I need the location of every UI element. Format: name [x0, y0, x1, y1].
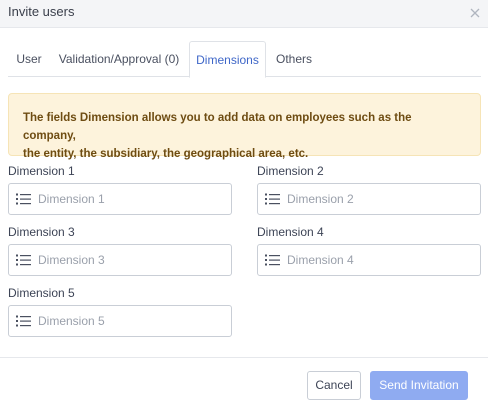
cancel-button[interactable]: Cancel: [307, 371, 361, 400]
footer-divider: [0, 357, 488, 358]
dimension-3-label: Dimension 3: [8, 225, 75, 239]
list-icon: [16, 254, 31, 266]
send-invitation-button[interactable]: Send Invitation: [370, 371, 468, 400]
tab-bar: User Validation/Approval (0) Dimensions …: [8, 41, 481, 78]
dimension-5-field[interactable]: [8, 305, 232, 337]
tab-others[interactable]: Others: [270, 41, 318, 77]
dimension-2-field[interactable]: [257, 183, 481, 215]
dimension-4-field[interactable]: [257, 244, 481, 276]
info-text-line-1: The fields Dimension allows you to add d…: [23, 112, 412, 142]
list-icon: [16, 315, 31, 327]
dimension-1-input[interactable]: [38, 184, 228, 214]
list-icon: [265, 254, 280, 266]
dialog-header: Invite users: [0, 0, 488, 28]
close-icon[interactable]: [468, 6, 482, 20]
dimension-4-label: Dimension 4: [257, 225, 324, 239]
dimension-2-label: Dimension 2: [257, 164, 324, 178]
dimension-3-input[interactable]: [38, 245, 228, 275]
list-icon: [265, 193, 280, 205]
dialog-title: Invite users: [8, 4, 75, 19]
dimension-5-input[interactable]: [38, 306, 228, 336]
dimension-4-input[interactable]: [287, 245, 477, 275]
info-text-line-2: the entity, the subsidiary, the geograph…: [23, 148, 309, 160]
dimension-1-label: Dimension 1: [8, 164, 75, 178]
dimension-1-field[interactable]: [8, 183, 232, 215]
tab-dimensions[interactable]: Dimensions: [189, 41, 266, 78]
invite-users-dialog: Invite users User Validation/Approval (0…: [0, 0, 488, 408]
dimension-2-input[interactable]: [287, 184, 477, 214]
dimension-3-field[interactable]: [8, 244, 232, 276]
dimension-5-label: Dimension 5: [8, 286, 75, 300]
tab-validation-approval[interactable]: Validation/Approval (0): [53, 41, 185, 77]
info-notice: The fields Dimension allows you to add d…: [8, 93, 481, 160]
list-icon: [16, 193, 31, 205]
tab-user[interactable]: User: [8, 41, 50, 77]
